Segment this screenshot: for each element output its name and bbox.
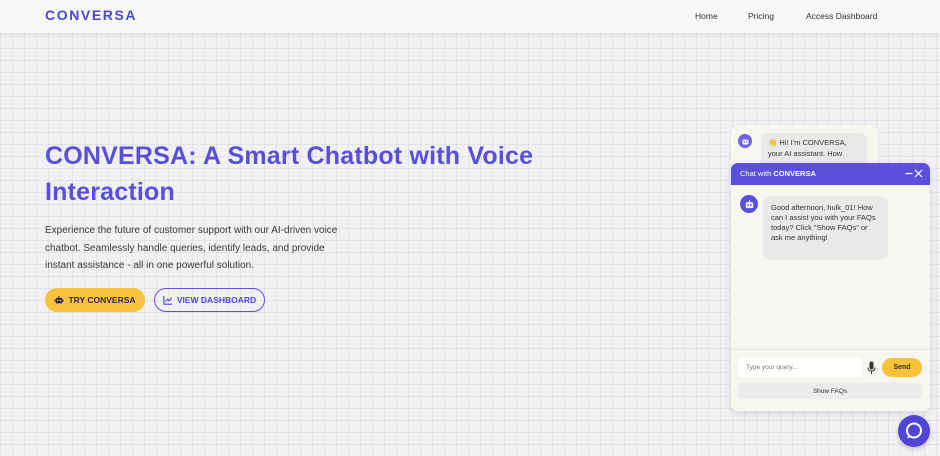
nav-access-dashboard[interactable]: Access Dashboard	[806, 11, 877, 21]
nav-pricing[interactable]: Pricing	[748, 11, 774, 21]
minimize-icon[interactable]	[905, 168, 913, 178]
view-dashboard-button[interactable]: VIEW DASHBOARD	[154, 288, 265, 312]
chat-bubble-icon	[906, 422, 922, 439]
site-header: CONVERSA Home Pricing Access Dashboard	[0, 0, 940, 33]
bot-avatar-icon	[740, 195, 758, 213]
view-dashboard-label: VIEW DASHBOARD	[176, 295, 257, 305]
show-faqs-button[interactable]: Show FAQs	[738, 383, 922, 399]
chat-title-brand: CONVERSA	[773, 169, 816, 178]
chat-widget: Chat with CONVERSA Good afternoon, hulk_…	[731, 163, 930, 411]
microphone-icon[interactable]	[867, 361, 876, 375]
hero-description: Experience the future of customer suppor…	[45, 225, 338, 271]
chart-icon	[163, 295, 173, 305]
chat-header: Chat with CONVERSA	[731, 163, 930, 185]
close-icon[interactable]	[914, 169, 923, 178]
chat-title: Chat with CONVERSA	[740, 169, 816, 178]
hero-title: CONVERSA: A Smart Chatbot with Voice Int…	[45, 142, 534, 206]
bot-message: Good afternoon, hulk_01! How can I assis…	[763, 196, 888, 260]
bot-avatar-icon	[738, 134, 752, 148]
robot-icon	[54, 295, 65, 304]
try-conversa-label: TRY CONVERSA	[68, 295, 136, 305]
chat-query-input[interactable]	[738, 358, 862, 377]
chat-divider	[731, 349, 930, 350]
nav-home[interactable]: Home	[695, 11, 718, 21]
send-button[interactable]: Send	[882, 358, 922, 377]
try-conversa-button[interactable]: TRY CONVERSA	[45, 288, 145, 312]
chat-launcher-button[interactable]	[898, 415, 930, 447]
logo[interactable]: CONVERSA	[45, 7, 137, 23]
chat-title-prefix: Chat with	[740, 169, 774, 178]
